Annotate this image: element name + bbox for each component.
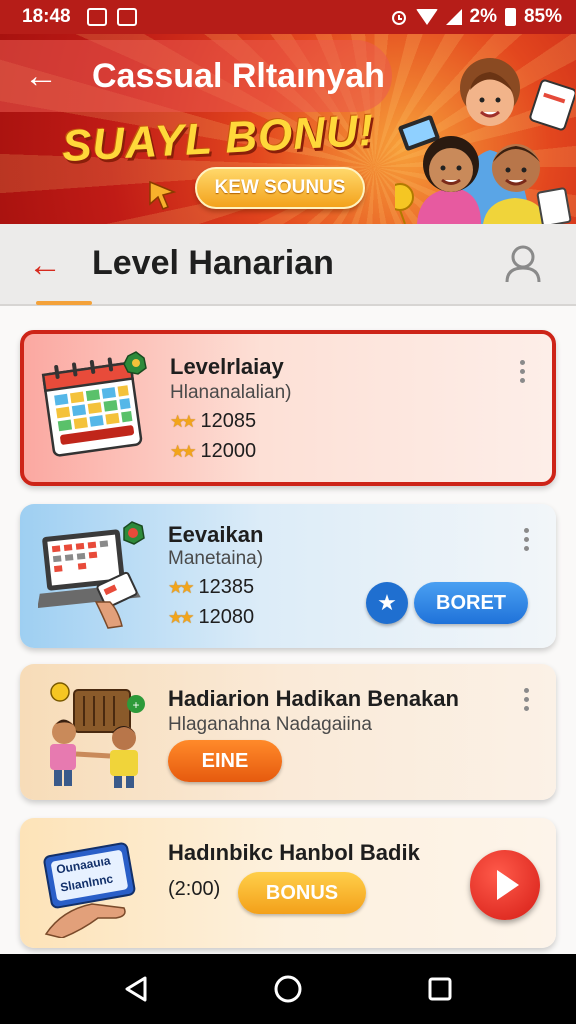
wifi-icon <box>415 9 438 25</box>
score-row: ★★ 12000 <box>170 440 256 463</box>
score-row: ★★ 12385 <box>168 576 254 599</box>
battery-percent: 85% <box>523 6 562 27</box>
status-bar: 18:48 2% 85% <box>0 0 576 34</box>
photo-icon <box>86 8 107 26</box>
more-options-icon[interactable] <box>518 360 526 383</box>
card-title: Levelrlaiay <box>170 354 284 379</box>
score-value: 12085 <box>200 410 257 432</box>
list-item-card-4[interactable]: Ounaauıa Slıanlnnc Hadınbikc Hanbol Badi… <box>20 818 556 948</box>
promo-banner: ← Cassual Rltaınyah SUAYL BONU! KEW SOUN… <box>0 34 576 224</box>
back-button[interactable]: ← <box>28 246 62 285</box>
list-item-card-2[interactable]: Eevaikan Manetaina) ★★ 12385 ★★ 12080 ★ … <box>20 504 556 648</box>
alarm-icon <box>391 11 406 25</box>
card-subtitle: Hlananalalian) <box>170 382 292 403</box>
action-button[interactable]: EINE <box>168 740 282 782</box>
more-options-icon[interactable] <box>522 688 530 711</box>
system-nav-bar <box>0 954 576 1024</box>
people-trade-icon: + <box>50 682 145 788</box>
play-icon <box>497 870 519 900</box>
list-item-card-1[interactable]: Levelrlaiay Hlananalalian) ★★ 12085 ★★ 1… <box>20 330 556 486</box>
score-value: 12385 <box>198 576 255 598</box>
family-illustration-icon <box>395 58 575 224</box>
score-row: ★★ 12080 <box>168 606 254 629</box>
stars-icon: ★★ <box>168 577 195 597</box>
play-button[interactable] <box>470 850 540 920</box>
laptop-icon <box>38 521 145 629</box>
promo-button[interactable]: KEW SOUNUS <box>195 167 365 209</box>
card-title: Hadiarion Hadikan Benakan <box>168 686 459 711</box>
stars-icon: ★★ <box>170 411 197 431</box>
banner-title: Cassual Rltaınyah <box>92 56 385 95</box>
favorite-star-button[interactable]: ★ <box>366 582 408 624</box>
score-value: 12080 <box>198 606 255 628</box>
cursor-icon <box>149 180 177 210</box>
timer-label: (2:00) <box>168 878 221 900</box>
mail-icon <box>116 8 137 26</box>
list-item-card-3[interactable]: + Hadiarion Hadikan Benakan Hlaganahna N… <box>20 664 556 800</box>
page-title: Level Hanarian <box>92 244 334 282</box>
score-value: 12000 <box>200 440 257 462</box>
action-button[interactable]: BORET <box>414 582 528 624</box>
signal-icon <box>445 9 462 25</box>
card-title: Hadınbikc Hanbol Badik <box>168 840 420 865</box>
score-row: ★★ 12085 <box>170 410 256 433</box>
bonus-button[interactable]: BONUS <box>238 872 366 914</box>
app-bar: ← Level Hanarian <box>0 224 576 306</box>
recents-square-icon[interactable] <box>410 964 470 1014</box>
tab-indicator <box>36 301 92 305</box>
banner-title-bar: ← Cassual Rltaınyah <box>0 40 392 112</box>
more-options-icon[interactable] <box>522 528 530 551</box>
card-subtitle: Manetaina) <box>168 548 264 569</box>
card-title: Eevaikan <box>168 522 264 547</box>
network-label: 2% <box>469 6 497 27</box>
ticket-icon: Ounaauıa Slıanlnnc <box>42 838 154 938</box>
level-list: Levelrlaiay Hlananalalian) ★★ 12085 ★★ 1… <box>0 306 576 954</box>
status-time: 18:48 <box>22 6 71 27</box>
calendar-icon <box>41 351 147 457</box>
banner-back-button[interactable]: ← <box>24 57 64 96</box>
stars-icon: ★★ <box>170 441 197 461</box>
home-circle-icon[interactable] <box>258 964 318 1014</box>
stars-icon: ★★ <box>168 607 195 627</box>
back-triangle-icon[interactable] <box>106 964 166 1014</box>
card-subtitle: Hlaganahna Nadagaiina <box>168 714 372 735</box>
person-icon[interactable] <box>504 244 542 284</box>
svg-text:+: + <box>132 698 139 712</box>
battery-icon <box>504 8 516 26</box>
